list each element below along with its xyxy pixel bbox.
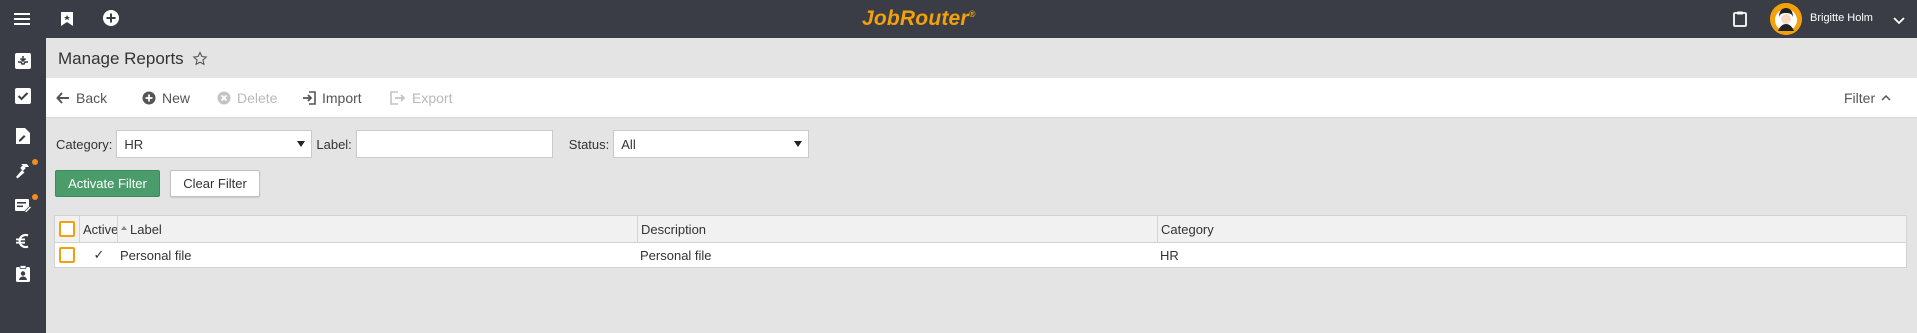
filter-toggle-button[interactable]: Filter — [1844, 89, 1891, 107]
status-select[interactable]: All — [613, 130, 810, 158]
chevron-up-icon — [1881, 94, 1891, 101]
euro-icon — [16, 233, 29, 249]
sidebar — [0, 38, 46, 333]
column-separator — [1157, 216, 1158, 243]
back-button[interactable]: Back — [56, 89, 107, 107]
column-header-category[interactable]: Category — [1161, 216, 1561, 242]
sort-ascending-icon — [121, 226, 127, 230]
column-separator — [117, 216, 118, 243]
page-title: Manage Reports — [58, 49, 184, 68]
export-icon — [390, 91, 406, 105]
label-input[interactable] — [355, 130, 553, 158]
sidebar-item-forms[interactable] — [0, 188, 46, 224]
add-circle-icon — [142, 91, 156, 105]
delete-button[interactable]: Delete — [217, 89, 277, 107]
row-select-cell — [59, 243, 77, 267]
clipboard-user-icon — [16, 265, 30, 282]
toolbar: Back New Delete Import Export Filter — [46, 78, 1917, 118]
sidebar-item-finance[interactable] — [0, 223, 46, 259]
column-separator — [79, 216, 80, 243]
notification-dot — [32, 194, 38, 200]
label-field-label: Label: — [316, 136, 352, 152]
sidebar-item-documents[interactable] — [0, 118, 46, 154]
favorite-star-icon[interactable] — [192, 51, 208, 67]
chevron-down-icon[interactable] — [1893, 12, 1907, 26]
column-header-label[interactable]: Label — [121, 216, 631, 242]
arrow-left-icon — [56, 92, 69, 104]
sidebar-item-tasks[interactable] — [0, 78, 46, 114]
active-check-mark: ✓ — [93, 247, 105, 262]
clear-filter-button[interactable]: Clear Filter — [170, 170, 260, 197]
status-selected-value: All — [621, 136, 636, 152]
row-description-cell: Personal file — [640, 247, 712, 263]
row-checkbox[interactable] — [59, 247, 75, 263]
column-separator — [637, 216, 638, 243]
caret-down-icon — [297, 141, 306, 147]
delete-circle-icon — [217, 91, 231, 105]
brand-registered-mark: ® — [968, 9, 976, 19]
main-content: Manage Reports Back New Delete Import Ex… — [46, 38, 1917, 333]
check-box-icon — [15, 88, 31, 104]
import-label: Import — [322, 90, 362, 106]
avatar[interactable] — [1770, 3, 1802, 35]
status-label: Status: — [568, 136, 610, 152]
activate-filter-button[interactable]: Activate Filter — [55, 170, 160, 197]
export-label: Export — [412, 90, 453, 106]
delete-label: Delete — [237, 90, 278, 106]
new-button[interactable]: New — [142, 89, 190, 107]
form-pen-icon — [15, 199, 32, 213]
sidebar-item-inbox[interactable] — [0, 43, 46, 79]
row-category-cell: HR — [1160, 247, 1179, 263]
column-header-active[interactable]: Active — [83, 216, 118, 242]
inbox-icon — [15, 53, 31, 69]
import-button[interactable]: Import — [302, 89, 362, 107]
category-selected-value: HR — [124, 136, 144, 152]
new-label: New — [162, 90, 191, 106]
document-pen-icon — [16, 128, 30, 144]
sidebar-item-admin[interactable] — [0, 153, 46, 189]
column-header-description[interactable]: Description — [641, 216, 1151, 242]
select-all-checkbox[interactable] — [59, 221, 75, 237]
brand-logo: JobRouter® — [862, 7, 976, 31]
column-header-label-text: Label — [130, 221, 162, 237]
filter-label: Filter — [1844, 90, 1876, 106]
select-all-cell — [59, 216, 77, 242]
table-header: Active Label Description Category — [55, 216, 1906, 243]
category-select[interactable]: HR — [116, 130, 313, 158]
caret-down-icon — [794, 141, 803, 147]
filter-row: Category: HR Label: Status: All — [56, 130, 810, 158]
add-circle-icon[interactable] — [100, 7, 122, 29]
top-bar: JobRouter® Brigitte Holm — [0, 0, 1917, 38]
notification-dot — [32, 159, 38, 165]
import-icon — [303, 91, 316, 105]
category-label: Category: — [56, 136, 113, 152]
reports-table: Active Label Description Category ✓ Pers… — [54, 215, 1907, 268]
sidebar-item-reports[interactable] — [0, 256, 46, 292]
title-row: Manage Reports — [58, 48, 208, 70]
hammer-icon — [16, 164, 29, 179]
bookmark-icon[interactable] — [56, 8, 78, 30]
user-name[interactable]: Brigitte Holm — [1810, 12, 1873, 24]
brand-name: JobRouter — [862, 7, 969, 30]
clipboard-icon[interactable] — [1730, 9, 1750, 29]
export-button[interactable]: Export — [390, 89, 452, 107]
table-row[interactable]: ✓ Personal file Personal file HR — [55, 243, 1906, 267]
row-active-cell: ✓ — [89, 243, 109, 267]
back-label: Back — [76, 90, 108, 106]
hamburger-menu-icon[interactable] — [10, 9, 34, 29]
row-label-cell: Personal file — [120, 247, 192, 263]
